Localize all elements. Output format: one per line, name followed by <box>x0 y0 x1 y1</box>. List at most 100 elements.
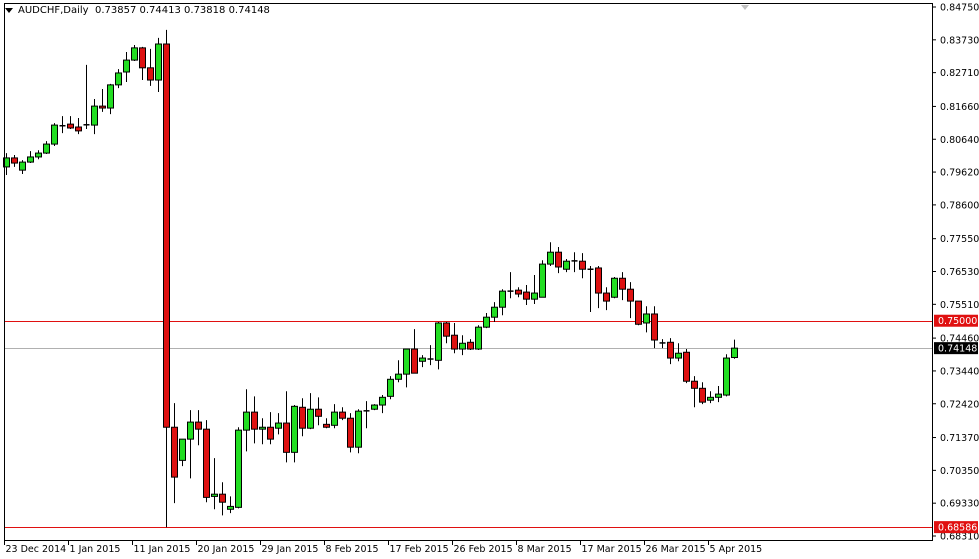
candle <box>59 116 66 134</box>
candle <box>379 395 386 414</box>
candle-body-bull <box>27 156 34 163</box>
candle <box>651 306 658 349</box>
candle-body-bull <box>371 404 378 410</box>
candle-body-bear <box>219 493 226 503</box>
ohlc-values: 0.73857 0.74413 0.73818 0.74148 <box>94 5 270 16</box>
candle <box>195 410 202 446</box>
candle <box>323 418 330 429</box>
candle <box>667 338 674 365</box>
candle-body-bull <box>491 306 498 318</box>
candle-body-bear <box>699 387 706 403</box>
candle-body-bull <box>563 260 570 270</box>
candle-body-bear <box>147 67 154 81</box>
candle <box>315 397 322 426</box>
candle <box>339 407 346 421</box>
candle-body-bull <box>43 143 50 154</box>
candle-body-bull <box>395 373 402 380</box>
candle <box>443 322 450 344</box>
candle-body-bull <box>731 347 738 359</box>
candle-body-bear <box>139 47 146 69</box>
candle-body-bear <box>515 289 522 295</box>
candle-body-bull <box>123 59 130 73</box>
time-tick-label: 29 Jan 2015 <box>262 544 319 555</box>
candle-body-bull <box>539 263 546 298</box>
candle <box>267 412 274 445</box>
candle-body-bull <box>483 316 490 328</box>
candle <box>91 99 98 135</box>
candle-body-bear <box>267 426 274 440</box>
candle <box>43 141 50 155</box>
candle <box>11 155 18 167</box>
time-tick-label: 8 Feb 2015 <box>326 544 379 555</box>
candle <box>459 335 466 356</box>
candle <box>179 438 186 467</box>
candle-body-bull <box>179 438 186 461</box>
candle <box>451 322 458 354</box>
price-tick-label: 0.76530 <box>940 267 979 278</box>
candle <box>683 349 690 384</box>
candle-body-bear <box>67 123 74 129</box>
candle <box>475 325 482 351</box>
candle <box>83 64 90 129</box>
candle-body-bull <box>435 322 442 361</box>
candle <box>699 382 706 405</box>
candle <box>187 410 194 479</box>
candle <box>99 89 106 112</box>
candle <box>371 404 378 411</box>
candle <box>691 376 698 408</box>
candle <box>51 123 58 147</box>
candle-body-bull <box>611 277 618 298</box>
candle-body-bull <box>227 505 234 510</box>
plot-frame <box>4 3 933 541</box>
candle <box>307 393 314 430</box>
candle-body-bear <box>283 422 290 453</box>
candle <box>35 150 42 160</box>
candle-body-bear <box>163 43 170 428</box>
candle-body-bear <box>75 126 82 132</box>
candle-body-bull <box>419 357 426 362</box>
dropdown-triangle-icon[interactable] <box>5 7 13 13</box>
chart-header: AUDCHF,Daily 0.73857 0.74413 0.73818 0.7… <box>5 5 270 16</box>
candle-body-bear <box>315 408 322 417</box>
time-axis: 23 Dec 2014 1 Jan 2015 11 Jan 2015 20 Jan 2… <box>4 540 762 555</box>
candle-body-bear <box>635 300 642 325</box>
time-tick-label: 17 Mar 2015 <box>582 544 642 555</box>
candlestick-chart[interactable]: 0.84750 0.83730 0.82710 0.81660 0.80640 0.796… <box>0 0 979 559</box>
price-tick-label: 0.75510 <box>940 300 979 311</box>
candle-body-bear <box>203 428 210 498</box>
candle <box>491 302 498 323</box>
candle-body-bull <box>379 396 386 406</box>
candle-body-bull <box>531 292 538 300</box>
level-price-label: 0.75000 <box>938 316 977 327</box>
candle <box>331 404 338 429</box>
candle-body-bear <box>595 267 602 294</box>
candle-body-bear <box>347 417 354 448</box>
candle <box>579 253 586 279</box>
candle-body-bull <box>35 152 42 158</box>
level-price-label: 0.68586 <box>938 523 977 534</box>
candle-body-bear <box>603 292 610 302</box>
candle-body-bear <box>683 351 690 382</box>
candle <box>235 427 242 509</box>
candle <box>507 272 514 299</box>
candle <box>363 401 370 429</box>
candle <box>163 29 170 528</box>
candle <box>147 48 154 86</box>
price-tick-label: 0.79620 <box>940 168 979 179</box>
time-tick-label: 17 Feb 2015 <box>390 544 449 555</box>
price-tick-label: 0.84750 <box>940 3 979 14</box>
candle-body-bear <box>171 426 178 478</box>
candle-body-bull <box>331 411 338 426</box>
candle <box>155 37 162 92</box>
candle-body-bear <box>339 411 346 419</box>
chart-shift-marker-icon[interactable] <box>741 5 749 10</box>
price-tick-label: 0.83730 <box>940 35 979 46</box>
candle <box>723 354 730 397</box>
candle <box>211 458 218 510</box>
candle-body-bull <box>19 161 26 171</box>
candle <box>411 329 418 374</box>
price-tick-label: 0.77550 <box>940 234 979 245</box>
candle-body-bull <box>131 47 138 61</box>
price-tick-label: 0.69330 <box>940 499 979 510</box>
candle <box>27 151 34 164</box>
